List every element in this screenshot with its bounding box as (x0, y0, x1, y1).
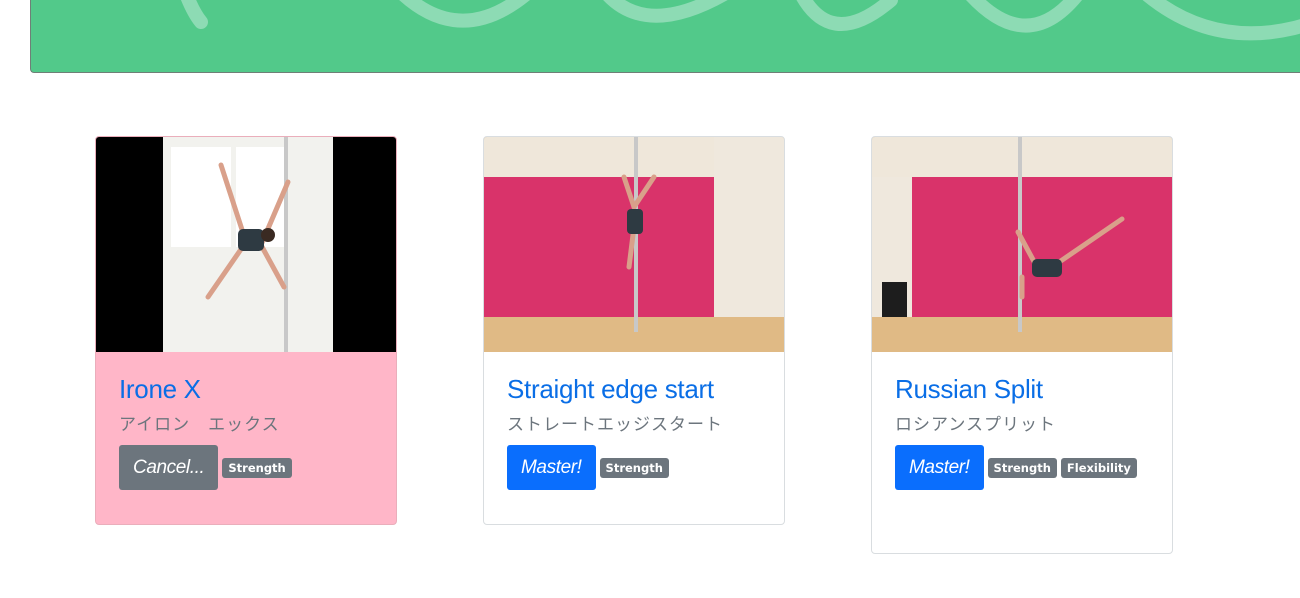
card-title[interactable]: Straight edge start (507, 374, 761, 404)
move-photo[interactable] (484, 137, 784, 352)
move-card-irone-x: Irone X アイロン エックス Cancel... Strength (95, 136, 397, 525)
master-button[interactable]: Master! (895, 445, 984, 490)
header-banner (30, 0, 1300, 73)
card-title[interactable]: Russian Split (895, 374, 1149, 404)
tag-badge-strength: Strength (599, 457, 669, 478)
move-photo[interactable] (96, 137, 396, 352)
card-subtitle: ロシアンスプリット (895, 415, 1056, 435)
move-card-russian-split: Russian Split ロシアンスプリット Master! Strength… (871, 136, 1173, 554)
move-photo[interactable] (872, 137, 1172, 352)
banner-title-art (180, 0, 1300, 41)
master-button[interactable]: Master! (507, 445, 596, 490)
tag-badge-strength: Strength (222, 457, 292, 478)
card-title[interactable]: Irone X (119, 374, 373, 404)
tag-badge-flexibility: Flexibility (1060, 457, 1137, 478)
card-subtitle: ストレートエッジスタート (507, 415, 723, 435)
cancel-button[interactable]: Cancel... (119, 445, 219, 490)
move-card-straight-edge-start: Straight edge start ストレートエッジスタート Master!… (483, 136, 785, 525)
tag-badge-strength: Strength (987, 457, 1057, 478)
card-subtitle: アイロン エックス (119, 415, 280, 435)
